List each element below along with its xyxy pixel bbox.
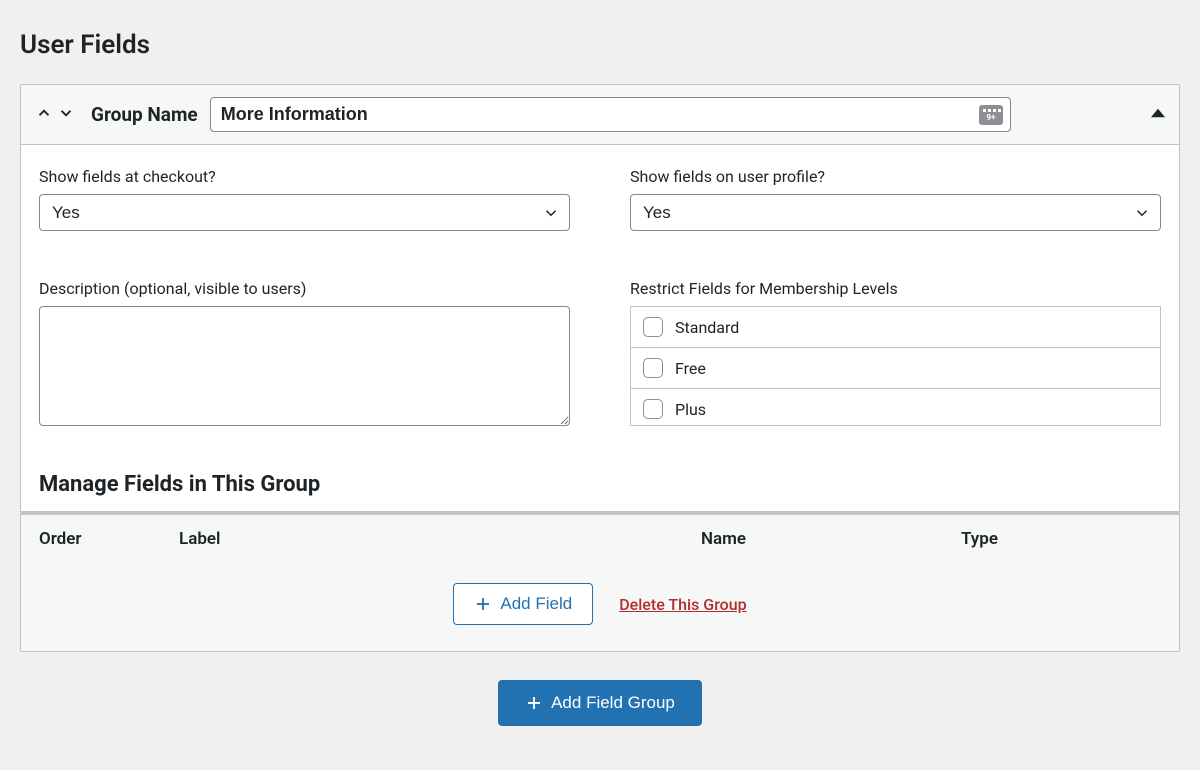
manage-fields-heading: Manage Fields in This Group (21, 454, 1179, 511)
checkbox-icon[interactable] (643, 399, 663, 419)
collapse-toggle-icon[interactable] (1151, 106, 1165, 124)
reorder-controls (35, 104, 75, 126)
checkout-select[interactable]: Yes (39, 194, 570, 231)
group-header: Group Name 9+ (21, 85, 1179, 145)
description-textarea[interactable] (39, 306, 570, 426)
plus-icon (525, 694, 543, 712)
delete-group-link[interactable]: Delete This Group (619, 595, 746, 614)
level-row-standard[interactable]: Standard (631, 307, 1160, 348)
group-name-input[interactable] (210, 97, 1011, 132)
description-label: Description (optional, visible to users) (39, 279, 570, 298)
group-actions: Add Field Delete This Group (21, 563, 1179, 651)
restrict-label: Restrict Fields for Membership Levels (630, 279, 1161, 298)
plus-icon (474, 595, 492, 613)
col-order: Order (39, 529, 179, 549)
membership-levels-list: Standard Free Plus (630, 306, 1161, 426)
checkbox-icon[interactable] (643, 358, 663, 378)
move-down-icon[interactable] (57, 104, 75, 126)
profile-select[interactable]: Yes (630, 194, 1161, 231)
fields-table-header: Order Label Name Type (21, 515, 1179, 563)
level-name: Plus (675, 400, 706, 419)
add-field-group-button[interactable]: Add Field Group (498, 680, 702, 726)
profile-label: Show fields on user profile? (630, 167, 1161, 186)
col-name: Name (701, 529, 961, 549)
level-row-free[interactable]: Free (631, 348, 1160, 389)
field-group-panel: Group Name 9+ Show fields at checkout? Y… (20, 84, 1180, 652)
checkbox-icon[interactable] (643, 317, 663, 337)
password-manager-icon[interactable]: 9+ (979, 105, 1003, 125)
add-field-button[interactable]: Add Field (453, 583, 593, 625)
group-name-label: Group Name (91, 103, 198, 126)
level-row-plus[interactable]: Plus (631, 389, 1160, 426)
page-title: User Fields (20, 30, 1180, 60)
move-up-icon[interactable] (35, 104, 53, 126)
level-name: Free (675, 359, 706, 378)
checkout-label: Show fields at checkout? (39, 167, 570, 186)
level-name: Standard (675, 318, 739, 337)
col-label: Label (179, 529, 701, 549)
col-type: Type (961, 529, 1161, 549)
